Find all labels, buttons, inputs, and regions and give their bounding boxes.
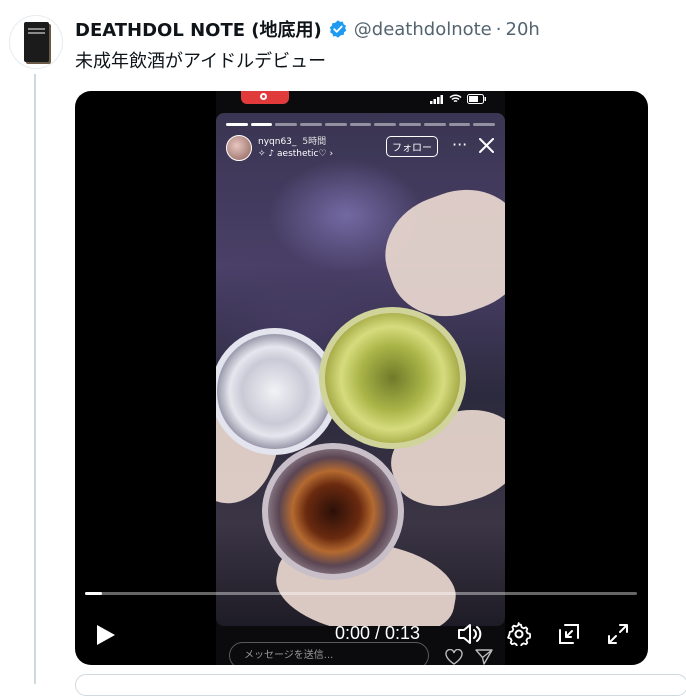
- play-icon[interactable]: [93, 623, 117, 647]
- story-progress-segment: [324, 123, 347, 126]
- tweet-text: 未成年飲酒がアイドルデビュー: [75, 51, 327, 72]
- separator: ·: [495, 18, 502, 40]
- story-progress-segment: [226, 123, 248, 126]
- story-music[interactable]: aesthetic♡: [277, 149, 327, 159]
- gear-icon[interactable]: [507, 622, 531, 646]
- story-message-input[interactable]: メッセージを送信...: [229, 642, 429, 665]
- story-username[interactable]: nyqn63_: [258, 137, 296, 147]
- thread-line: [34, 74, 36, 684]
- story-progress-segment: [300, 123, 322, 126]
- story-progress-bars: [226, 123, 496, 126]
- phone-screen-recording: nyqn63_ 5時間 ✧ ♪ aesthetic♡ › フォロー ··· メッセ…: [216, 91, 505, 665]
- heart-icon[interactable]: [445, 649, 463, 665]
- fullscreen-icon[interactable]: [606, 622, 630, 646]
- story-progress-segment: [374, 123, 397, 126]
- story-progress-segment: [250, 123, 273, 126]
- signal-icon: [430, 94, 443, 104]
- send-icon[interactable]: [475, 649, 493, 665]
- video-time: 0:00 / 0:13: [335, 623, 421, 643]
- story-age: 5時間: [302, 137, 327, 147]
- story-progress-segment: [448, 123, 471, 126]
- story-progress-segment: [473, 123, 496, 126]
- battery-icon: [467, 94, 486, 104]
- brown-shot-glass-image: [262, 443, 404, 580]
- timestamp[interactable]: 20h: [506, 19, 540, 40]
- story-avatar[interactable]: [226, 135, 252, 161]
- phone-status-bar: [216, 91, 505, 113]
- story-progress-segment: [275, 123, 298, 126]
- handle[interactable]: @deathdolnote: [354, 19, 492, 40]
- music-icon: ✧ ♪: [258, 149, 278, 159]
- status-icons: [430, 94, 487, 104]
- video-progress: [85, 592, 102, 595]
- story-user-info[interactable]: nyqn63_ 5時間 ✧ ♪ aesthetic♡ ›: [226, 135, 333, 161]
- avatar[interactable]: [9, 15, 63, 69]
- tweet-header: DEATHDOL NOTE (地底用) @deathdolnote · 20h: [75, 15, 540, 43]
- instagram-story: nyqn63_ 5時間 ✧ ♪ aesthetic♡ › フォロー ···: [216, 113, 505, 626]
- close-icon[interactable]: [479, 138, 494, 153]
- picture-in-picture-icon[interactable]: [557, 622, 581, 646]
- yellow-shot-glass-image: [319, 307, 466, 449]
- story-progress-segment: [399, 123, 421, 126]
- screen-record-indicator-icon: [241, 91, 289, 104]
- wifi-icon: [449, 94, 462, 103]
- video-player[interactable]: nyqn63_ 5時間 ✧ ♪ aesthetic♡ › フォロー ··· メッセ…: [75, 91, 648, 665]
- book-logo-icon: [24, 22, 49, 62]
- volume-icon[interactable]: [457, 622, 485, 646]
- display-name[interactable]: DEATHDOL NOTE (地底用): [75, 16, 322, 42]
- next-card: [75, 674, 686, 696]
- story-progress-segment: [423, 123, 446, 126]
- story-progress-segment: [349, 123, 372, 126]
- verified-badge-icon[interactable]: [328, 19, 348, 39]
- more-options-icon[interactable]: ···: [452, 137, 467, 153]
- chevron-right-icon: ›: [326, 149, 334, 159]
- video-scrubber[interactable]: [85, 592, 637, 595]
- follow-button[interactable]: フォロー: [386, 136, 438, 157]
